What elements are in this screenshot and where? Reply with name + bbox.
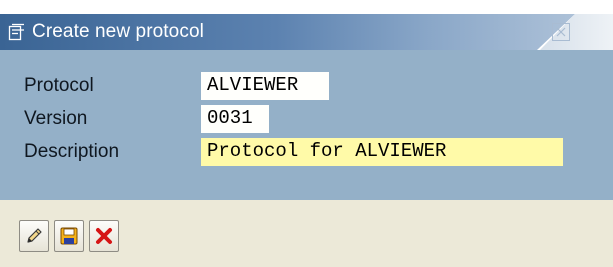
protocol-field[interactable]: ALVIEWER xyxy=(201,72,329,100)
save-button[interactable] xyxy=(54,220,84,252)
version-label: Version xyxy=(24,108,88,129)
description-field[interactable]: Protocol for ALVIEWER xyxy=(201,138,563,166)
dialog-toolbar xyxy=(0,200,613,267)
edit-button[interactable] xyxy=(19,220,49,252)
document-create-icon xyxy=(8,23,26,41)
dialog-title: Create new protocol xyxy=(32,21,204,42)
close-icon[interactable] xyxy=(552,23,570,41)
protocol-label: Protocol xyxy=(24,75,94,96)
create-protocol-dialog: Create new protocol Protocol ALVIEWER Ve… xyxy=(0,0,613,267)
description-label: Description xyxy=(24,141,120,162)
version-field[interactable]: 0031 xyxy=(201,105,269,133)
protocol-form: Protocol ALVIEWER Version 0031 Descripti… xyxy=(0,50,613,200)
dialog-titlebar[interactable]: Create new protocol xyxy=(0,14,613,50)
cancel-button[interactable] xyxy=(89,220,119,252)
